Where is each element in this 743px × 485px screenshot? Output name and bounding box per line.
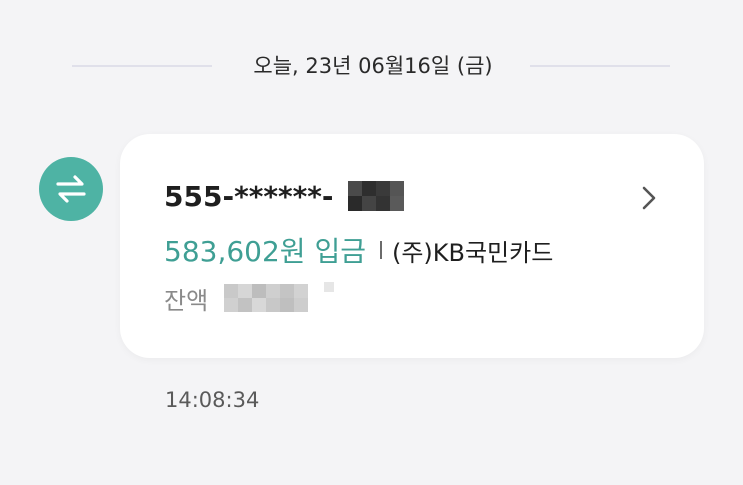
account-number: 555-******- xyxy=(164,179,334,213)
transaction-card[interactable]: 555-******- 583,602원 입금 (주)KB국민카드 잔액 xyxy=(120,134,704,358)
masked-account-digits xyxy=(347,181,404,211)
masked-balance xyxy=(224,284,309,312)
date-label: 오늘, 23년 06월16일 (금) xyxy=(253,54,493,78)
balance-row: 잔액 xyxy=(164,278,335,318)
amount-row: 583,602원 입금 (주)KB국민카드 xyxy=(164,230,553,270)
transaction-time: 14:08:34 xyxy=(165,388,260,412)
balance-label: 잔액 xyxy=(164,286,209,315)
transfer-arrows-icon xyxy=(39,157,103,221)
deposit-amount: 583,602원 입금 xyxy=(164,235,366,268)
divider-line-left xyxy=(72,65,212,67)
separator xyxy=(379,241,382,259)
account-row: 555-******- xyxy=(164,176,404,216)
date-divider: 오늘, 23년 06월16일 (금) xyxy=(0,48,743,84)
chevron-right-icon[interactable] xyxy=(634,178,664,218)
merchant-name: (주)KB국민카드 xyxy=(391,238,554,267)
transfer-arrows-icon-graphic xyxy=(56,175,86,203)
divider-line-right xyxy=(530,65,670,67)
masked-balance-extra xyxy=(324,282,335,292)
